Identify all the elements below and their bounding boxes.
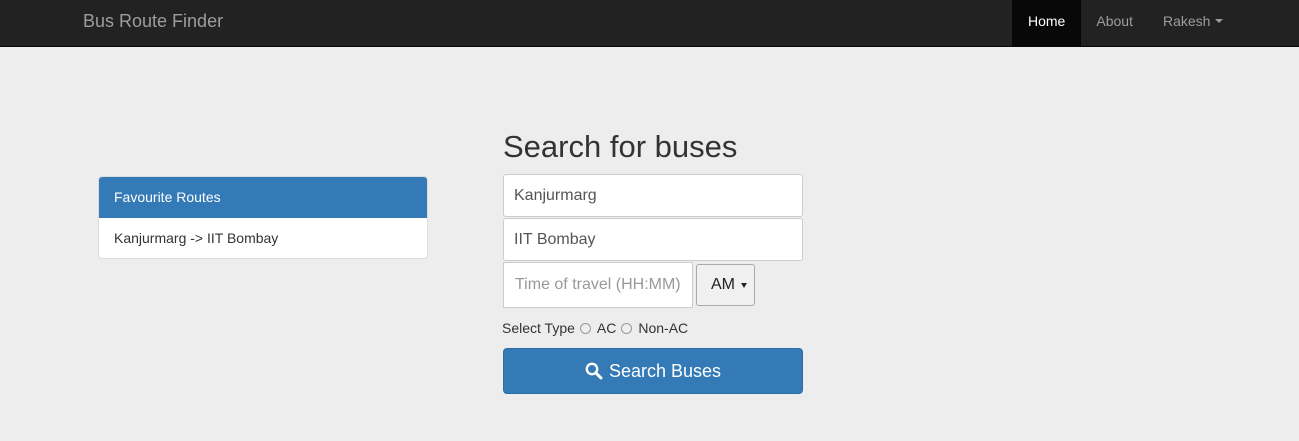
search-icon: [585, 362, 603, 380]
from-input[interactable]: Kanjurmarg: [503, 174, 803, 217]
radio-non-ac[interactable]: [621, 322, 633, 334]
radio-ac[interactable]: [579, 322, 591, 334]
radio-ac-label: AC: [596, 320, 617, 336]
nav-menu: Home About Rakesh: [1012, 0, 1238, 46]
time-input[interactable]: Time of travel (HH:MM): [503, 262, 693, 308]
nav-home[interactable]: Home: [1012, 0, 1082, 46]
nav-about[interactable]: About: [1081, 0, 1148, 46]
to-input[interactable]: IIT Bombay: [503, 218, 803, 261]
top-navbar: Bus Route Finder Home About Rakesh: [0, 0, 1299, 47]
caret-down-icon: [1215, 19, 1224, 24]
bus-type-selector: Select Type AC Non-AC: [502, 319, 688, 337]
dropdown-arrow-icon: [741, 283, 747, 288]
nav-user-dropdown[interactable]: Rakesh: [1148, 0, 1238, 46]
ampm-select[interactable]: AM: [696, 264, 755, 306]
page-title: Search for buses: [503, 129, 738, 164]
type-label: Select Type: [502, 320, 575, 336]
radio-non-ac-label: Non-AC: [638, 320, 689, 336]
favourite-route-item[interactable]: Kanjurmarg -> IIT Bombay: [99, 218, 427, 258]
panel-heading: Favourite Routes: [99, 177, 427, 218]
brand-link[interactable]: Bus Route Finder: [83, 11, 223, 32]
ampm-value: AM: [711, 276, 735, 293]
favourite-routes-panel: Favourite Routes Kanjurmarg -> IIT Bomba…: [98, 176, 428, 259]
user-name: Rakesh: [1162, 13, 1211, 29]
search-button-label: Search Buses: [608, 360, 722, 381]
search-buses-button[interactable]: Search Buses: [503, 348, 803, 394]
